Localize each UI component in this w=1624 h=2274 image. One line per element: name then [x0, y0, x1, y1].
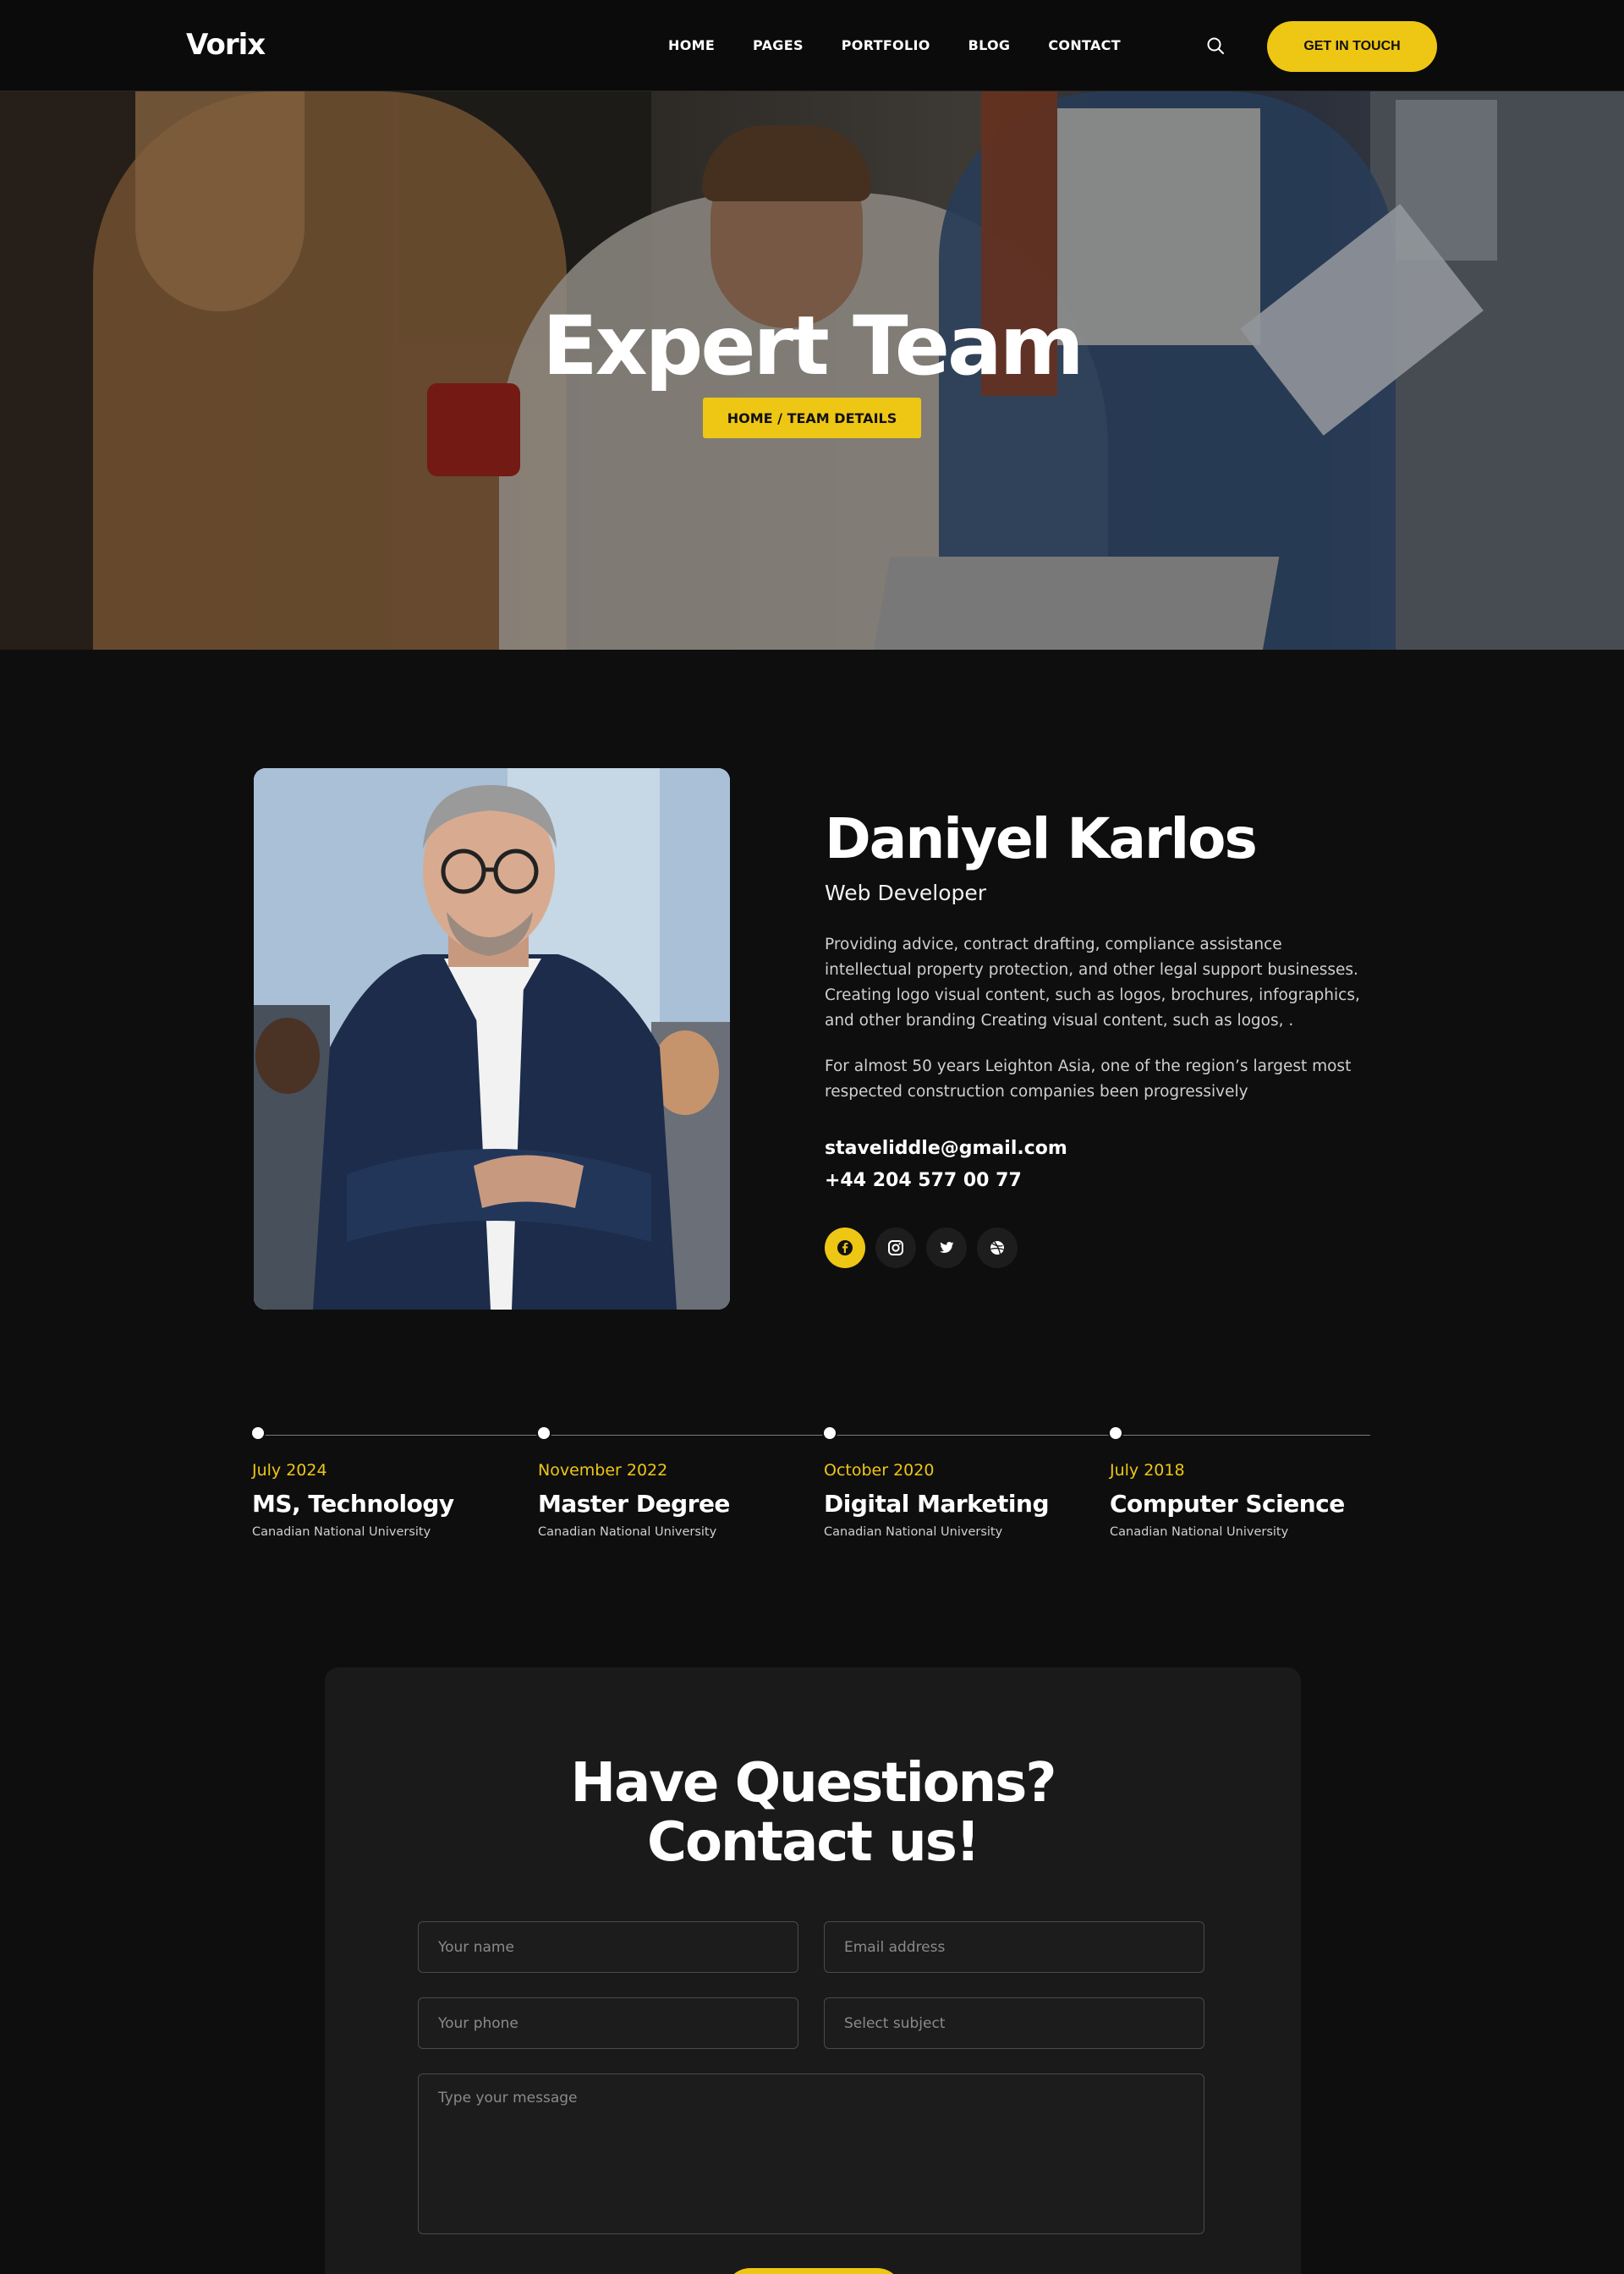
nav-blog[interactable]: BLOG — [968, 37, 1011, 53]
logo[interactable]: Vorix — [186, 28, 266, 62]
breadcrumb[interactable]: HOME / TEAM DETAILS — [703, 398, 921, 438]
timeline-school: Canadian National University — [1110, 1525, 1289, 1539]
profile-portrait-illustration — [254, 768, 730, 1310]
timeline-title: MS, Technology — [252, 1490, 454, 1518]
phone-input[interactable] — [418, 1997, 798, 2049]
timeline-date: July 2024 — [252, 1461, 327, 1480]
site-header: Vorix HOME PAGES PORTFOLIO BLOG CONTACT … — [0, 0, 1624, 91]
timeline-title: Computer Science — [1110, 1490, 1345, 1518]
get-in-touch-button[interactable]: GET IN TOUCH — [1267, 21, 1437, 72]
contact-heading-line-1: Have Questions? — [570, 1752, 1057, 1815]
timeline-dot — [1108, 1425, 1123, 1441]
timeline-date: October 2020 — [824, 1461, 935, 1480]
nav-pages[interactable]: PAGES — [753, 37, 804, 53]
timeline-dot — [822, 1425, 837, 1441]
instagram-link[interactable] — [875, 1228, 916, 1268]
hero-banner: Expert Team HOME / TEAM DETAILS — [0, 91, 1624, 650]
profile-phone[interactable]: +44 204 577 00 77 — [825, 1170, 1022, 1191]
profile-photo — [254, 768, 730, 1310]
dribbble-icon — [990, 1241, 1004, 1255]
timeline-title: Digital Marketing — [824, 1490, 1050, 1518]
nav-contact[interactable]: CONTACT — [1048, 37, 1121, 53]
search-icon[interactable] — [1205, 36, 1226, 56]
social-links — [825, 1228, 1018, 1268]
timeline-school: Canadian National University — [824, 1525, 1003, 1539]
timeline-item: October 2020 Digital Marketing Canadian … — [822, 1425, 1095, 1539]
timeline-dot — [536, 1425, 551, 1441]
twitter-link[interactable] — [926, 1228, 967, 1268]
facebook-icon — [837, 1240, 853, 1255]
submit-button[interactable] — [725, 2268, 903, 2274]
timeline-item: July 2018 Computer Science Canadian Nati… — [1108, 1425, 1380, 1539]
profile-role: Web Developer — [825, 881, 987, 905]
main-nav: HOME PAGES PORTFOLIO BLOG CONTACT — [668, 37, 1121, 53]
contact-form-card: Have Questions? Contact us! — [325, 1667, 1301, 2274]
timeline-item: July 2024 MS, Technology Canadian Nation… — [250, 1425, 523, 1539]
twitter-icon — [940, 1242, 954, 1253]
timeline-date: July 2018 — [1110, 1461, 1185, 1480]
subject-select[interactable] — [824, 1997, 1204, 2049]
profile-name: Daniyel Karlos — [825, 806, 1258, 871]
message-textarea[interactable] — [418, 2074, 1204, 2234]
profile-bio-paragraph: Providing advice, contract drafting, com… — [825, 936, 1360, 1030]
facebook-link[interactable] — [825, 1228, 865, 1268]
profile-email[interactable]: staveliddle@gmail.com — [825, 1138, 1067, 1159]
name-input[interactable] — [418, 1921, 798, 1973]
timeline-title: Master Degree — [538, 1490, 730, 1518]
nav-portfolio[interactable]: PORTFOLIO — [842, 37, 930, 53]
timeline-school: Canadian National University — [538, 1525, 717, 1539]
email-input[interactable] — [824, 1921, 1204, 1973]
instagram-icon — [888, 1240, 903, 1255]
profile-bio-paragraph: For almost 50 years Leighton Asia, one o… — [825, 1057, 1352, 1101]
contact-heading: Have Questions? Contact us! — [325, 1754, 1301, 1872]
dribbble-link[interactable] — [977, 1228, 1018, 1268]
timeline-item: November 2022 Master Degree Canadian Nat… — [536, 1425, 809, 1539]
contact-heading-line-2: Contact us! — [647, 1811, 980, 1874]
timeline-dot — [250, 1425, 266, 1441]
timeline-date: November 2022 — [538, 1461, 668, 1480]
timeline-school: Canadian National University — [252, 1525, 431, 1539]
nav-home[interactable]: HOME — [668, 37, 715, 53]
page-title: Expert Team — [542, 299, 1084, 393]
